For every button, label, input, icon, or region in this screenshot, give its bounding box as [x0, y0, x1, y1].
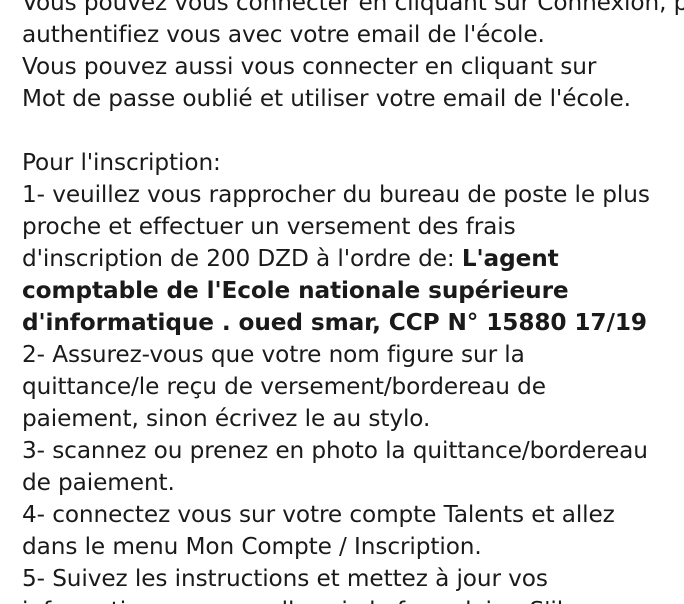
step3-line1: 3- scannez ou prenez en photo la quittan… — [22, 437, 648, 464]
recipient-name-start: L'agent — [461, 245, 559, 272]
step1-line4: comptable de l'Ecole nationale supérieur… — [22, 277, 569, 304]
step5-line1: 5- Suivez les instructions et mettez à j… — [22, 565, 548, 592]
step3-line2: de paiement. — [22, 469, 175, 496]
step1-line5: d'informatique . oued smar, CCP N° 15880… — [22, 309, 647, 336]
instructions-text: Vous pouvez vous connecter en cliquant s… — [22, 0, 684, 604]
step4-line2: dans le menu Mon Compte / Inscription. — [22, 533, 482, 560]
document-page: Vous pouvez vous connecter en cliquant s… — [0, 0, 684, 604]
step1-line1: 1- veuillez vous rapprocher du bureau de… — [22, 181, 650, 208]
step1-line2: proche et effectuer un versement des fra… — [22, 213, 516, 240]
inscription-heading: Pour l'inscription: — [22, 149, 221, 176]
step2-line2: quittance/le reçu de versement/bordereau… — [22, 373, 546, 400]
step1-line3-text: d'inscription de 200 DZD à l'ordre de: — [22, 245, 462, 272]
step4-line1: 4- connectez vous sur votre compte Talen… — [22, 501, 615, 528]
step1-line3: d'inscription de 200 DZD à l'ordre de: L… — [22, 243, 682, 275]
intro-line-0: Vous pouvez vous connecter en cliquant s… — [22, 0, 684, 16]
intro-line-2: Vous pouvez aussi vous connecter en cliq… — [22, 53, 597, 80]
intro-line-1: authentifiez vous avec votre email de l'… — [22, 21, 545, 48]
step5-line2: informations personnelles via le formula… — [22, 595, 682, 604]
step2-line3: paiement, sinon écrivez le au stylo. — [22, 405, 431, 432]
intro-line-3: Mot de passe oublié et utiliser votre em… — [22, 85, 631, 112]
step2-line1: 2- Assurez-vous que votre nom figure sur… — [22, 341, 525, 368]
